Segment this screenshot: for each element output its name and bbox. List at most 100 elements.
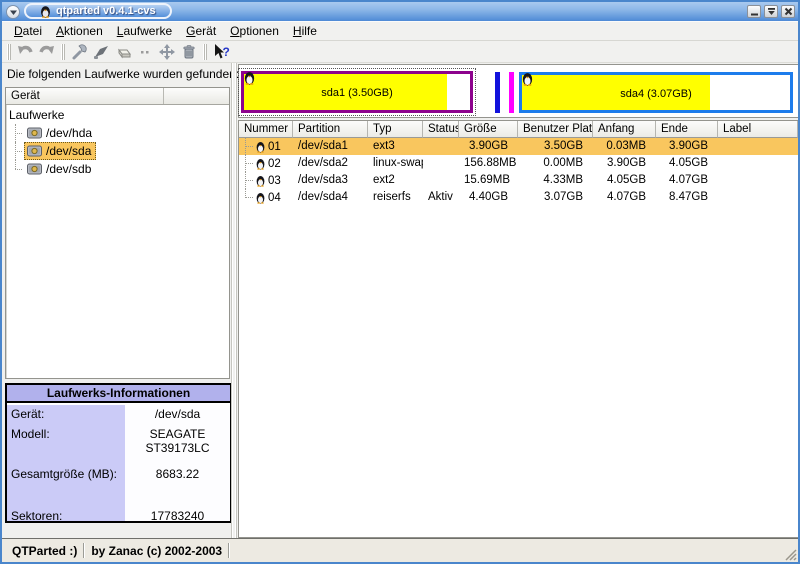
partition-row-dev-sda2[interactable]: 02/dev/sda2linux-swap156.88MB0.00MB3.90G… — [239, 155, 798, 172]
more-button[interactable] — [134, 42, 156, 62]
info-value: 8683.22 — [125, 465, 230, 507]
menu-bar: DateiAktionenLaufwerkeGerätOptionenHilfe — [2, 21, 798, 41]
brush-icon — [92, 43, 110, 61]
cell-typ: linux-swap — [368, 155, 423, 172]
cell-label — [718, 138, 798, 155]
partition-bar-label: sda4 (3.07GB) — [522, 88, 790, 100]
erase-button[interactable] — [112, 42, 134, 62]
drive-info-panel: Laufwerks-Informationen Gerät:/dev/sdaMo… — [5, 383, 232, 523]
menu-item-hilfe[interactable]: Hilfe — [287, 22, 323, 40]
partition-bar-sda3[interactable] — [509, 72, 514, 113]
cell-label — [718, 172, 798, 189]
cell-nummer: 03 — [239, 172, 293, 189]
device-tree-header[interactable]: Gerät — [6, 88, 229, 105]
cell-anfang: 4.05GB — [593, 172, 656, 189]
redo-button[interactable] — [36, 42, 58, 62]
info-label: Gesamtgröße (MB): — [7, 465, 125, 507]
cell-ende: 4.05GB — [656, 155, 718, 172]
partition-bar-sda2[interactable] — [495, 72, 500, 113]
tree-item-dev-sda[interactable]: /dev/sda — [6, 142, 229, 160]
window-menu-button[interactable] — [6, 5, 20, 19]
column-header-größe[interactable]: Größe — [459, 121, 518, 138]
whats-this-button[interactable]: ? — [210, 42, 232, 62]
penguin-icon — [256, 141, 265, 153]
info-value: SEAGATE ST39173LC — [125, 425, 230, 465]
menu-item-aktionen[interactable]: Aktionen — [50, 22, 109, 40]
window-title: qtparted v0.4.1-cvs — [56, 5, 156, 17]
cell-größe: 4.40GB — [459, 189, 518, 206]
maximize-button[interactable] — [764, 5, 778, 18]
column-header-typ[interactable]: Typ — [368, 121, 423, 138]
drive-info-title: Laufwerks-Informationen — [7, 385, 230, 403]
status-text: by Zanac (c) 2002-2003 — [85, 544, 228, 558]
partition-row-dev-sda1[interactable]: 01/dev/sda1ext33.90GB3.50GB0.03MB3.90GB — [239, 138, 798, 155]
eraser-icon — [114, 43, 132, 61]
disk-icon — [27, 163, 42, 175]
move-button[interactable] — [156, 42, 178, 62]
title-bar[interactable]: qtparted v0.4.1-cvs — [2, 2, 798, 21]
format-button[interactable] — [90, 42, 112, 62]
tree-branch — [239, 189, 253, 206]
cell-typ: reiserfs — [368, 189, 423, 206]
cell-größe: 15.69MB — [459, 172, 518, 189]
partition-number: 01 — [268, 141, 281, 153]
status-text: QTParted :) — [6, 544, 83, 558]
partition-row-dev-sda3[interactable]: 03/dev/sda3ext215.69MB4.33MB4.05GB4.07GB — [239, 172, 798, 189]
tree-item-dev-hda[interactable]: /dev/hda — [6, 124, 229, 142]
cell-anfang: 4.07GB — [593, 189, 656, 206]
cell-typ: ext2 — [368, 172, 423, 189]
dots-icon — [136, 43, 154, 61]
partition-row-dev-sda4[interactable]: 04/dev/sda4reiserfsAktiv4.40GB3.07GB4.07… — [239, 189, 798, 206]
column-header-nummer[interactable]: Nummer — [239, 121, 293, 138]
menu-item-laufwerke[interactable]: Laufwerke — [111, 22, 178, 40]
properties-button[interactable] — [68, 42, 90, 62]
cell-status — [423, 172, 459, 189]
column-header-partition[interactable]: Partition — [293, 121, 368, 138]
app-icon — [40, 5, 51, 18]
close-icon — [784, 7, 793, 16]
menu-item-gerät[interactable]: Gerät — [180, 22, 222, 40]
tree-item-dev-sdb[interactable]: /dev/sdb — [6, 160, 229, 178]
cell-ende: 8.47GB — [656, 189, 718, 206]
column-header-status[interactable]: Status — [423, 121, 459, 138]
partition-bar-sda1[interactable]: sda1 (3.50GB) — [241, 71, 473, 113]
column-header-benutzer-platz[interactable]: Benutzer Platz — [518, 121, 593, 138]
tree-branch — [6, 124, 24, 142]
column-header-label[interactable]: Label — [718, 121, 798, 138]
toolbar-grip[interactable] — [203, 44, 207, 60]
close-button[interactable] — [781, 5, 795, 18]
qtparted-window: qtparted v0.4.1-cvs DateiAktionenLaufwer… — [0, 0, 800, 564]
undo-button[interactable] — [14, 42, 36, 62]
device-label: /dev/sda — [46, 144, 91, 158]
partition-bar-sda4[interactable]: sda4 (3.07GB) — [519, 72, 793, 113]
toolbar-grip[interactable] — [7, 44, 11, 60]
minimize-button[interactable] — [747, 5, 761, 18]
column-header-anfang[interactable]: Anfang — [593, 121, 656, 138]
tree-root-laufwerke[interactable]: Laufwerke — [6, 106, 229, 124]
cell-anfang: 3.90GB — [593, 155, 656, 172]
cell-anfang: 0.03MB — [593, 138, 656, 155]
menu-item-optionen[interactable]: Optionen — [224, 22, 285, 40]
menu-item-datei[interactable]: Datei — [8, 22, 48, 40]
toolbar-grip[interactable] — [61, 44, 65, 60]
cell-status: Aktiv — [423, 189, 459, 206]
toolbar: ? — [2, 41, 798, 63]
info-label: Sektoren: — [7, 507, 125, 521]
status-separator — [228, 543, 230, 558]
cell-ende: 3.90GB — [656, 138, 718, 155]
cell-benutzer-platz: 3.07GB — [518, 189, 593, 206]
trash-icon — [180, 43, 198, 61]
device-tree-body: Laufwerke /dev/hda/dev/sda/dev/sdb — [6, 105, 229, 178]
move-icon — [158, 43, 176, 61]
column-header-ende[interactable]: Ende — [656, 121, 718, 138]
cell-partition: /dev/sda4 — [293, 189, 368, 206]
pane-splitter[interactable] — [231, 63, 237, 538]
device-tree: Gerät Laufwerke /dev/hda/dev/sda/dev/sdb — [5, 87, 230, 379]
resize-grip-icon[interactable] — [783, 547, 797, 561]
delete-button[interactable] — [178, 42, 200, 62]
tree-branch — [6, 160, 24, 178]
status-bar: QTParted :)by Zanac (c) 2002-2003 — [2, 538, 798, 562]
disk-icon — [27, 127, 42, 139]
disk-icon — [27, 145, 42, 157]
title-capsule: qtparted v0.4.1-cvs — [24, 3, 172, 19]
